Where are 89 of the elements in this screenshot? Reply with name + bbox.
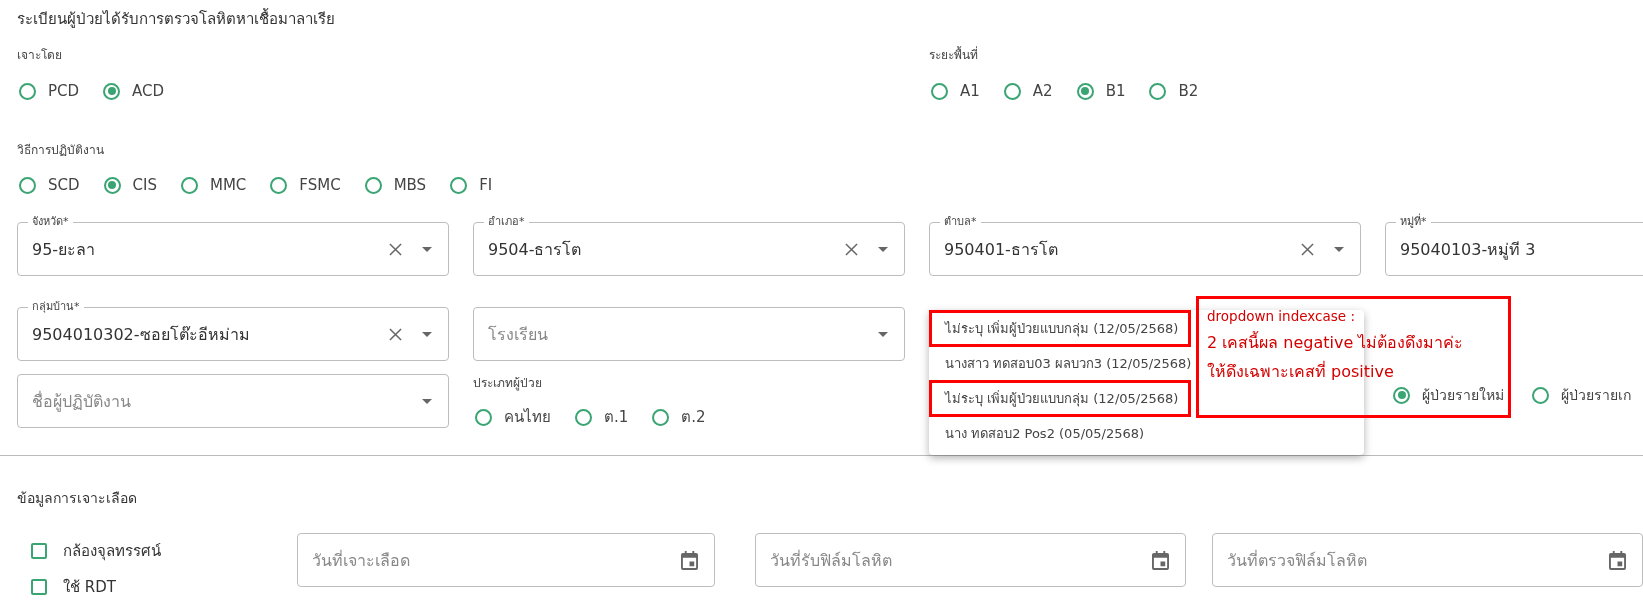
field-label: หมู่ที่* — [1399, 215, 1428, 229]
field-placeholder: ชื่อผู้ปฏิบัติงาน — [32, 390, 132, 414]
radio-option[interactable]: PCD — [17, 82, 80, 100]
dropdown-item[interactable]: ไม่ระบุ เพิ่มผู้ป่วยแบบกลุ่ม (12/05/2568) — [929, 380, 1192, 417]
radio-icon[interactable] — [103, 176, 121, 194]
select-field[interactable]: กลุ่มบ้าน* 9504010302-ซอยโต๊ะอีหม่าม — [17, 300, 449, 361]
radio-icon[interactable] — [180, 176, 198, 194]
caret-down-icon[interactable] — [878, 246, 888, 252]
radio-option[interactable]: FSMC — [268, 176, 341, 194]
field-value: 95-ยะลา — [32, 238, 97, 261]
group-label: ระยะพื้นที่ — [929, 46, 979, 64]
radio-option[interactable]: B1 — [1074, 82, 1126, 100]
field-label: กลุ่มบ้าน* — [31, 300, 81, 314]
select-field[interactable]: ชื่อผู้ปฏิบัติงาน — [17, 374, 449, 428]
radio-option[interactable]: MMC — [178, 176, 247, 194]
select-field[interactable]: ตำบล* 950401-ธารโต — [929, 215, 1361, 276]
radio-icon[interactable] — [1393, 386, 1410, 404]
radio-icon[interactable] — [1003, 82, 1021, 100]
radio-icon[interactable] — [103, 82, 121, 100]
caret-down-icon[interactable] — [422, 398, 432, 404]
radio-icon[interactable] — [364, 176, 382, 194]
calendar-icon[interactable] — [1152, 550, 1169, 570]
field-value: 9504-ธารโต — [488, 238, 583, 261]
radio-option[interactable]: ACD — [101, 82, 165, 100]
field-label: จังหวัด* — [31, 215, 70, 229]
caret-down-icon[interactable] — [422, 331, 432, 337]
field-value: 95040103-หมู่ที 3 — [1400, 238, 1537, 262]
field-value: 9504010302-ซอยโต๊ะอีหม่าม — [32, 323, 251, 346]
calendar-icon[interactable] — [1609, 550, 1626, 570]
radio-icon[interactable] — [475, 408, 492, 426]
radio-icon[interactable] — [450, 176, 468, 194]
radio-icon[interactable] — [652, 408, 670, 426]
field-placeholder: วันที่รับฟิล์มโลหิต — [770, 549, 893, 572]
radio-option[interactable]: ผู้ป่วยรายเก — [1530, 384, 1631, 406]
date-field[interactable]: วันที่ตรวจฟิล์มโลหิต — [1212, 533, 1643, 587]
select-field[interactable]: โรงเรียน — [473, 307, 905, 361]
checkbox-option[interactable]: ใช้ RDT — [31, 575, 297, 599]
radio-icon[interactable] — [19, 176, 36, 194]
radio-icon[interactable] — [1532, 386, 1549, 404]
radio-option[interactable]: A2 — [1001, 82, 1053, 100]
radio-option[interactable]: A1 — [929, 82, 980, 100]
checkbox-option[interactable]: กล้องจุลทรรศน์ — [31, 539, 297, 563]
caret-down-icon[interactable] — [422, 246, 432, 252]
field-label: ตำบล* — [943, 215, 978, 229]
radio-option[interactable]: ต.2 — [650, 405, 706, 429]
select-field[interactable]: จังหวัด* 95-ยะลา — [17, 215, 449, 276]
field-placeholder: วันที่เจาะเลือด — [312, 549, 411, 572]
radio-option[interactable]: CIS — [101, 176, 157, 194]
radio-icon[interactable] — [270, 176, 288, 194]
form-title: ระเบียนผู้ป่วยได้รับการตรวจโลหิตหาเชื้อมาลาเรีย — [17, 7, 336, 30]
clear-icon[interactable] — [845, 242, 858, 256]
group-label: เจาะโดย — [17, 47, 63, 64]
field-placeholder: วันที่ตรวจฟิล์มโลหิต — [1227, 549, 1368, 572]
field-value: 950401-ธารโต — [944, 238, 1059, 261]
radio-option[interactable]: SCD — [17, 176, 80, 194]
field-value: โรงเรียน — [488, 323, 549, 346]
checkbox[interactable] — [31, 579, 47, 595]
annotation-text: ให้ดึงเฉพาะเคสที่ positive — [1207, 360, 1395, 383]
radio-icon[interactable] — [19, 82, 36, 100]
caret-down-icon[interactable] — [878, 331, 888, 337]
radio-option[interactable]: คนไทย — [473, 405, 551, 429]
radio-option[interactable]: MBS — [362, 176, 427, 194]
select-field[interactable]: อำเภอ* 9504-ธารโต — [473, 215, 905, 276]
radio-icon[interactable] — [1076, 82, 1094, 100]
calendar-icon[interactable] — [681, 550, 698, 570]
radio-option[interactable]: FI — [448, 176, 493, 194]
group-label: ประเภทผู้ป่วย — [473, 375, 543, 392]
date-field[interactable]: วันที่รับฟิล์มโลหิต — [755, 533, 1186, 587]
dropdown-item[interactable]: นางสาว ทดสอบ03 ผลบวก3 (12/05/2568) — [929, 345, 1205, 382]
dropdown-item[interactable]: ไม่ระบุ เพิ่มผู้ป่วยแบบกลุ่ม (12/05/2568) — [929, 310, 1192, 347]
clear-icon[interactable] — [389, 242, 402, 256]
radio-option[interactable]: B2 — [1147, 82, 1199, 100]
select-field[interactable]: หมู่ที่* 95040103-หมู่ที 3 — [1385, 215, 1643, 276]
radio-icon[interactable] — [1149, 82, 1167, 100]
field-label: อำเภอ* — [487, 215, 526, 229]
annotation-heading: dropdown indexcase : — [1207, 307, 1356, 326]
caret-down-icon[interactable] — [1334, 246, 1344, 252]
dropdown-item[interactable]: นาง ทดสอบ2 Pos2 (05/05/2568) — [929, 415, 1158, 452]
radio-icon[interactable] — [931, 82, 948, 100]
group-label: วิธีการปฏิบัติงาน — [17, 142, 105, 159]
checkbox[interactable] — [31, 543, 47, 559]
section-title: ข้อมูลการเจาะเลือด — [17, 489, 138, 507]
clear-icon[interactable] — [1301, 242, 1314, 256]
annotation-text: 2 เคสนี้ผล negative ไม่ต้องดึงมาค่ะ — [1207, 330, 1465, 354]
clear-icon[interactable] — [389, 327, 402, 341]
radio-option[interactable]: ต.1 — [573, 405, 629, 429]
radio-icon[interactable] — [575, 408, 592, 426]
radio-option[interactable]: ผู้ป่วยรายใหม่ — [1391, 384, 1504, 406]
date-field[interactable]: วันที่เจาะเลือด — [297, 533, 715, 587]
